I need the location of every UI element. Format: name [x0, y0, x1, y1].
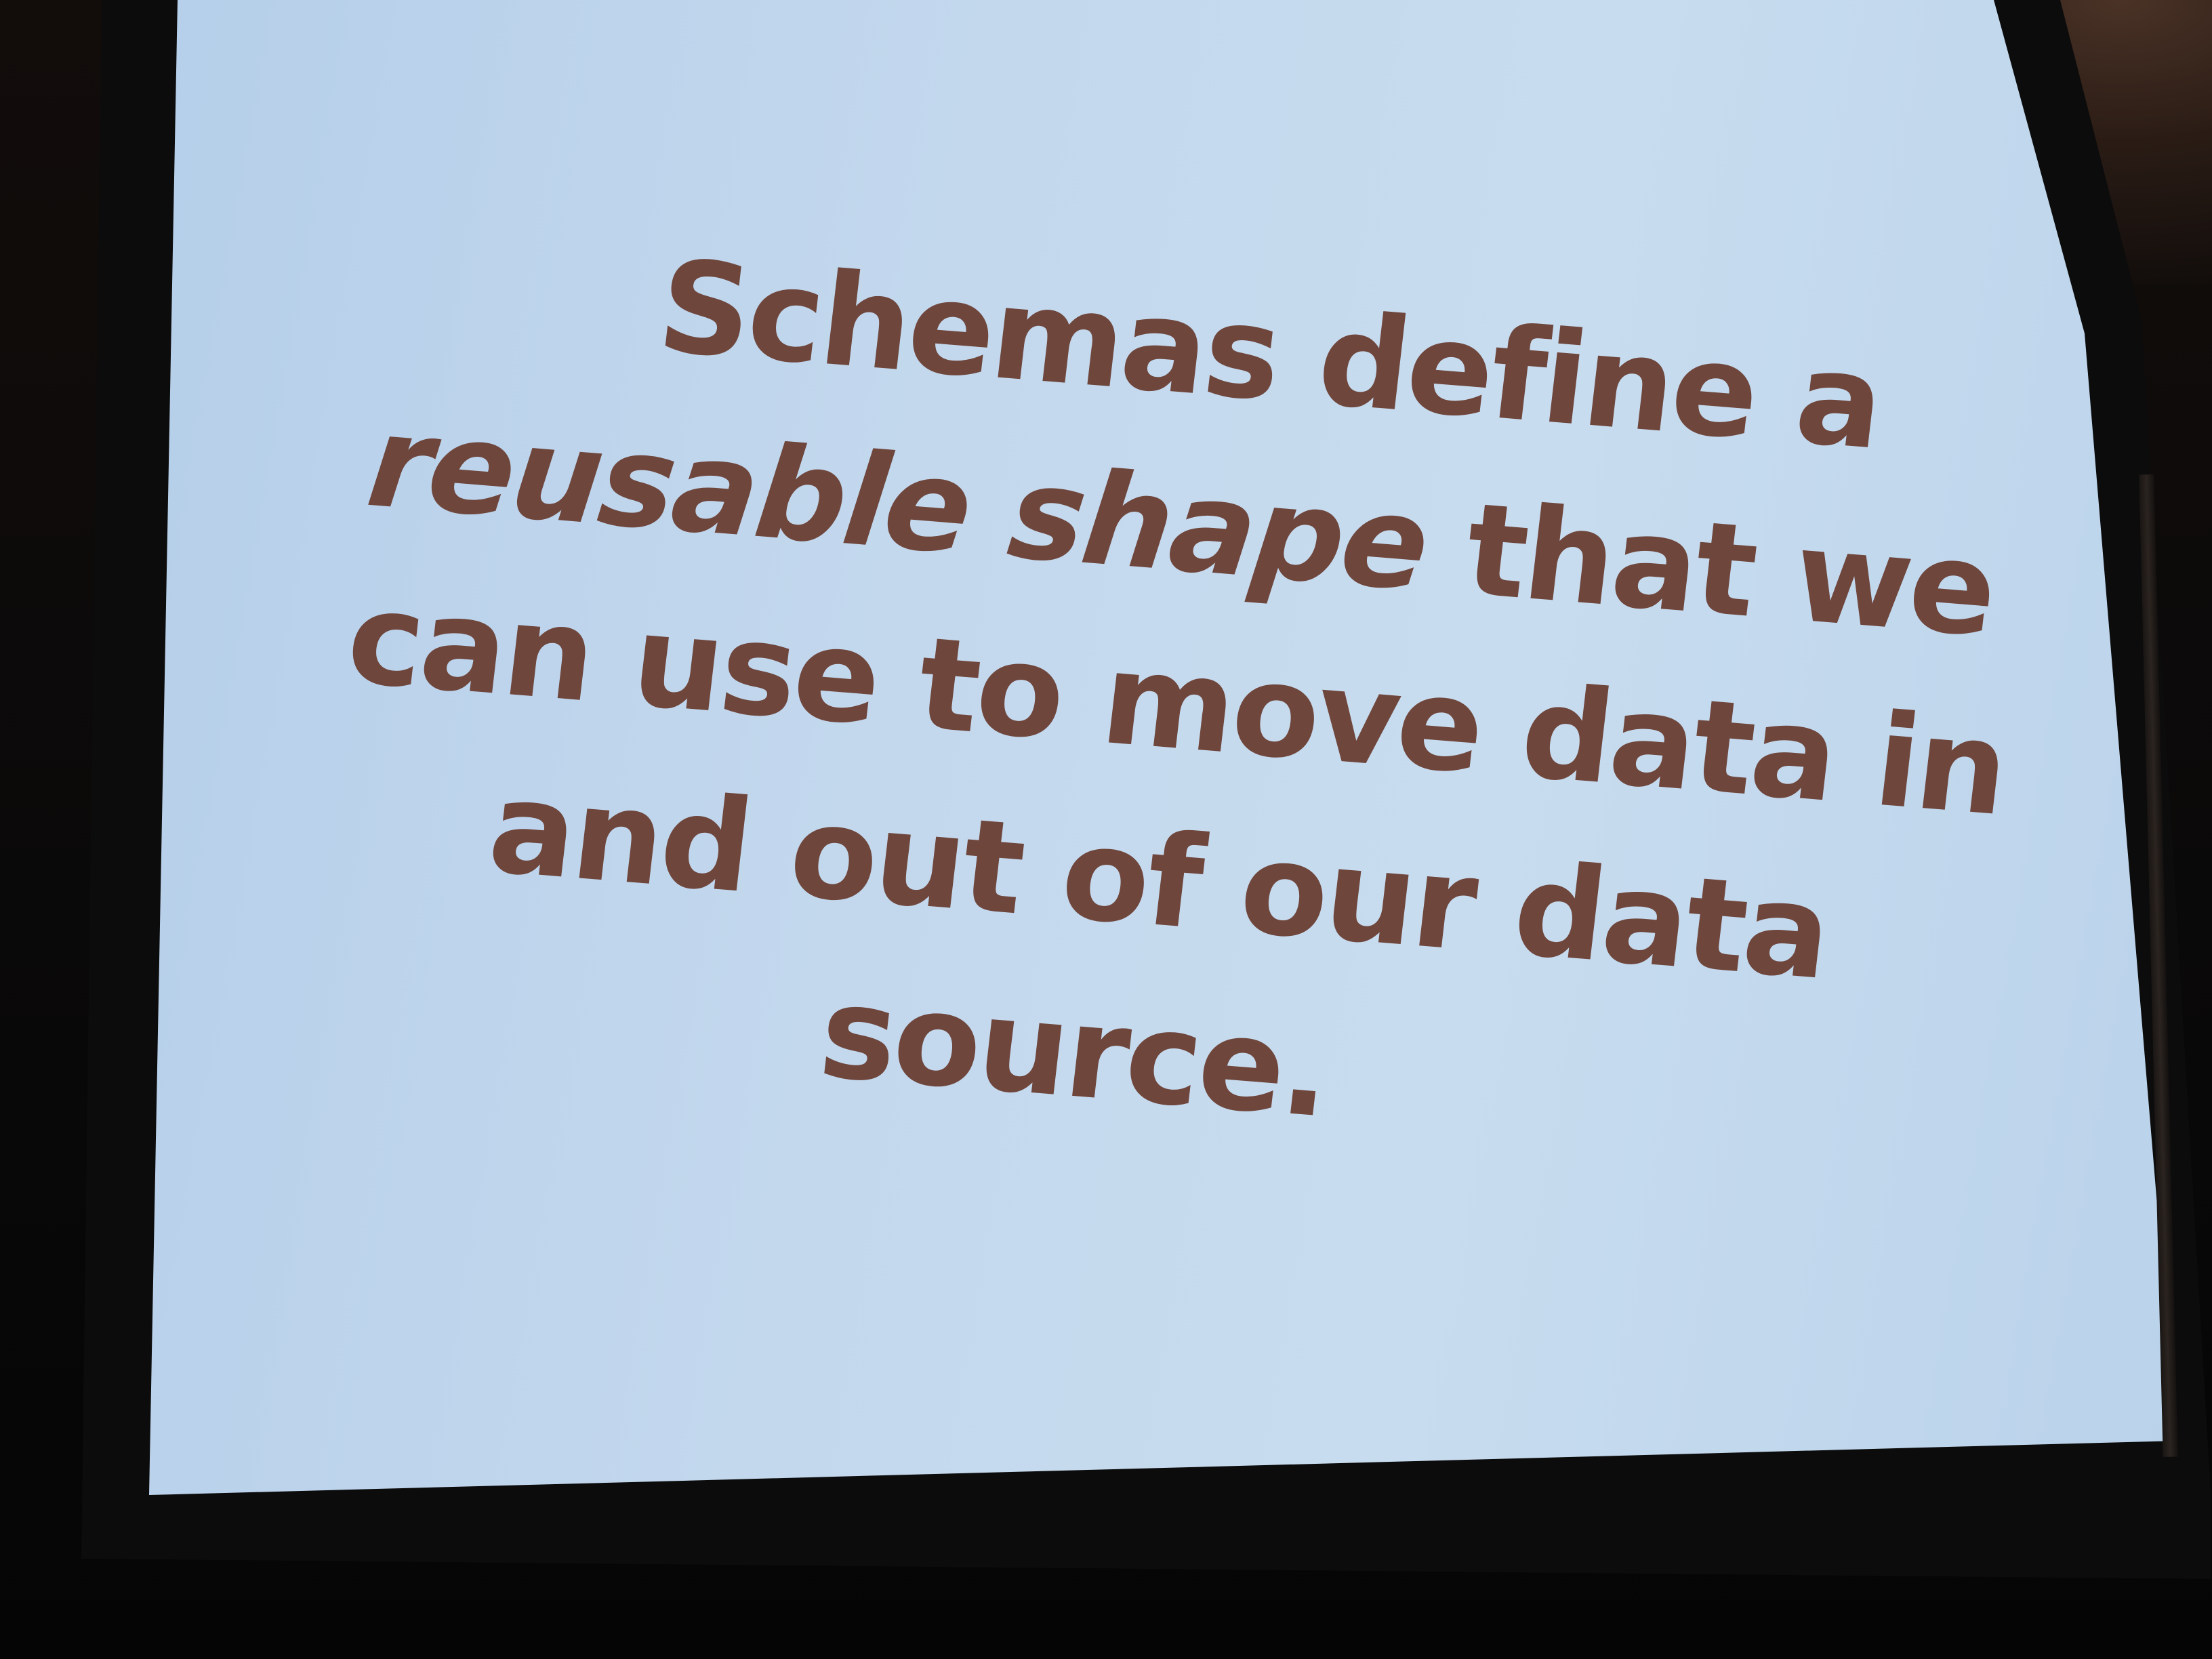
slide-line-2-rest: that we [1416, 472, 2002, 665]
slide-text-block: Schemas define a reusable shape that we … [298, 197, 2034, 1210]
photo-scene: Schemas define a reusable shape that we … [0, 0, 2212, 1659]
